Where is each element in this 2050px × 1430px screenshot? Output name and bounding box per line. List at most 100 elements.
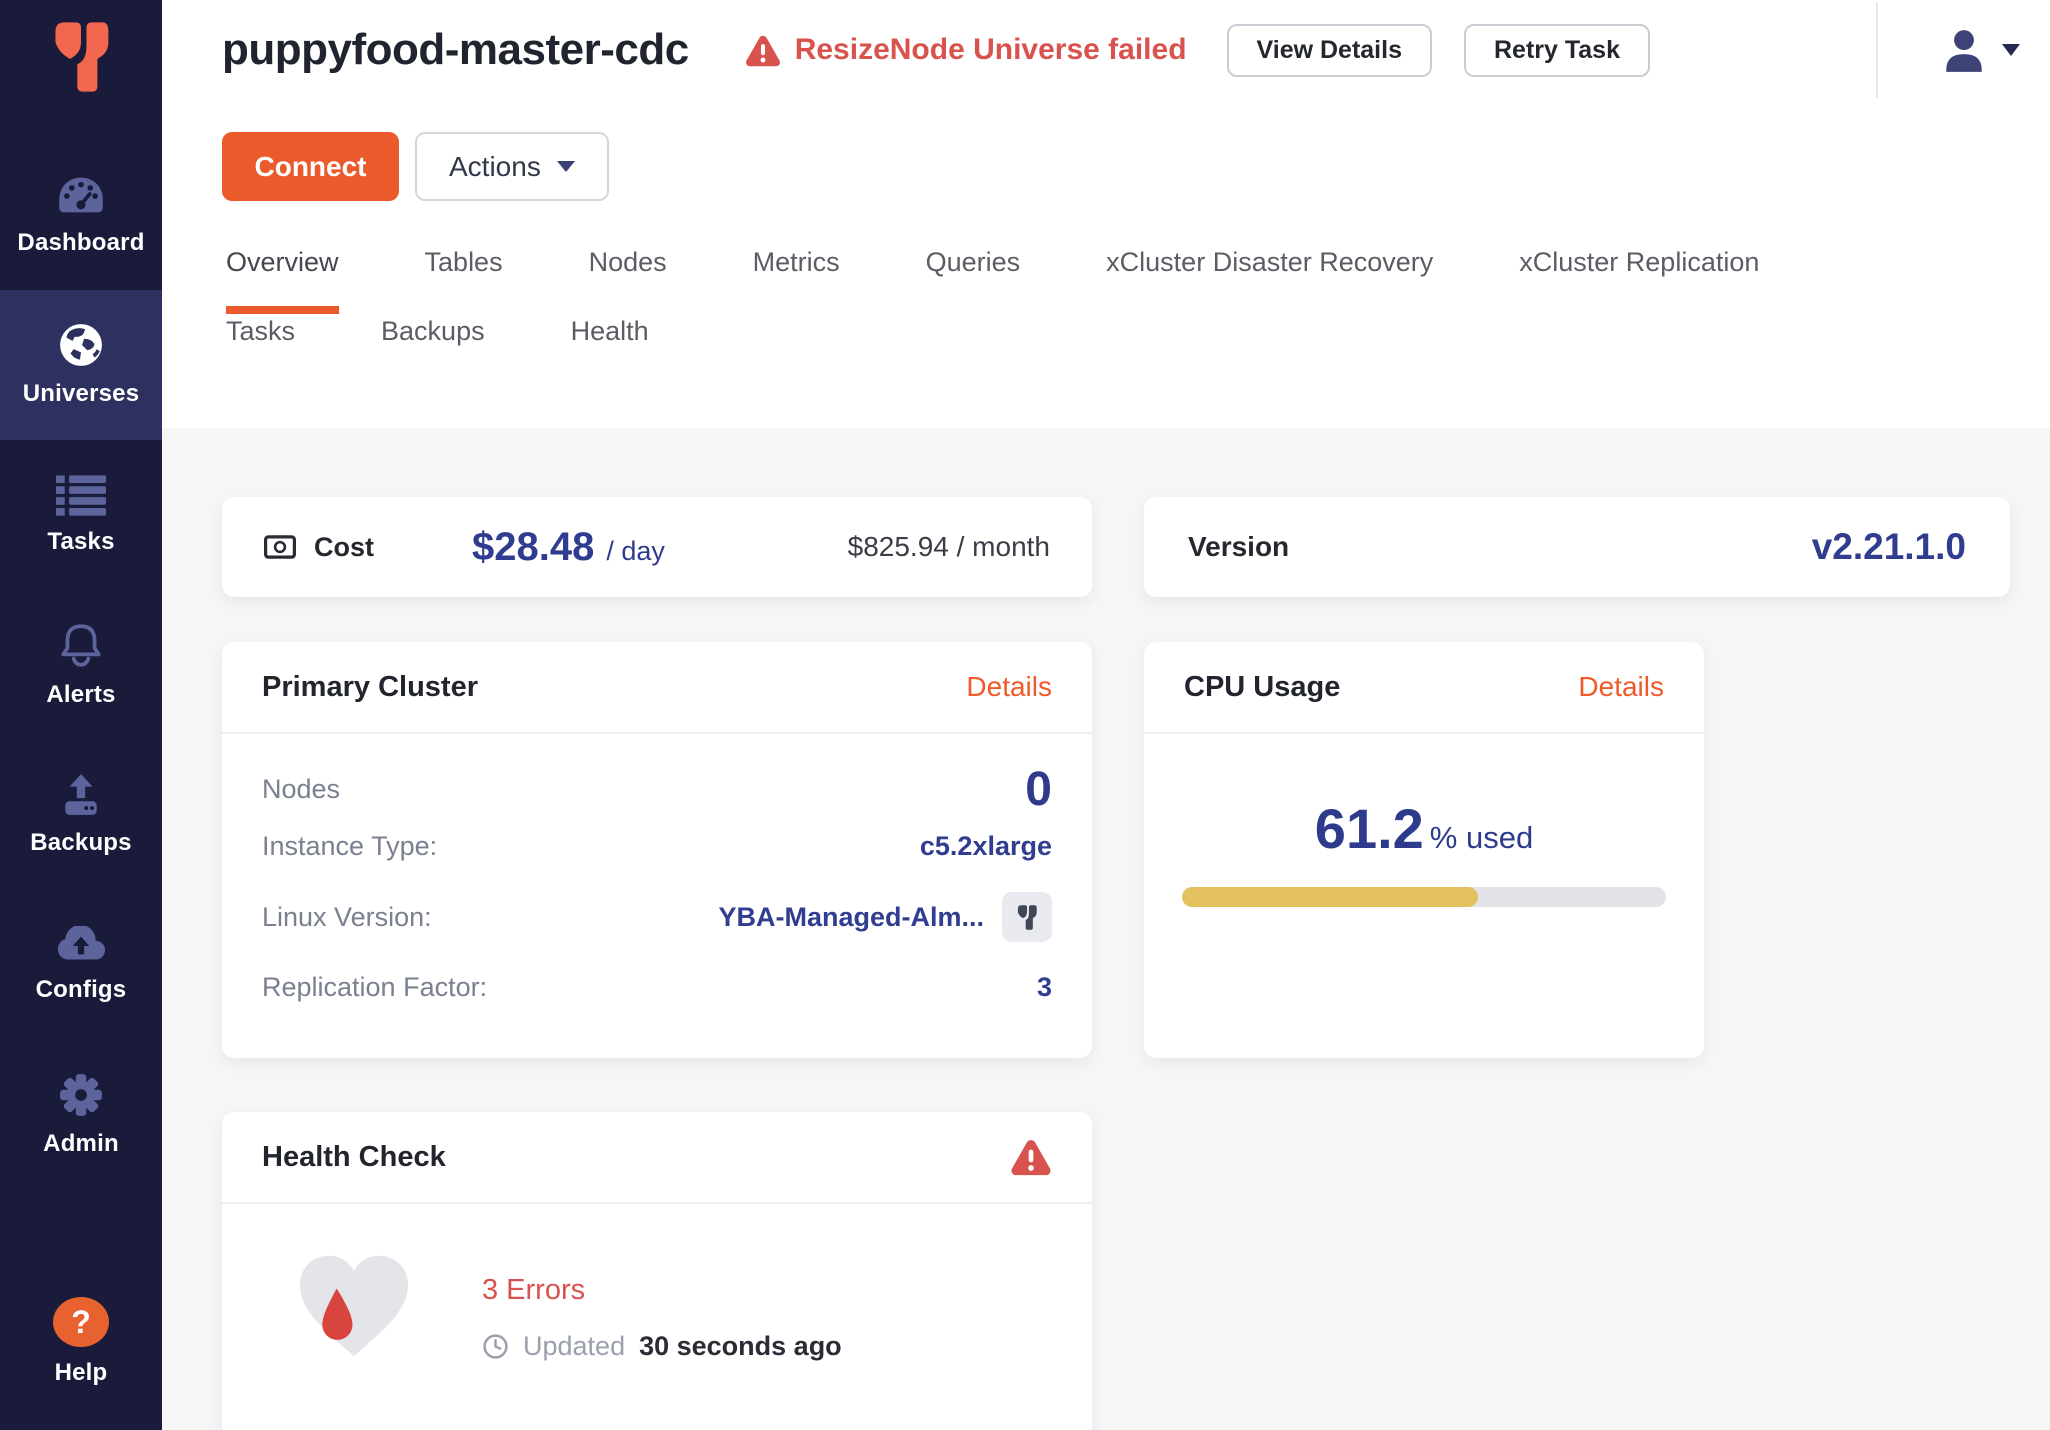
- instance-type-value: c5.2xlarge: [920, 831, 1052, 862]
- cost-label-group: Cost: [264, 532, 472, 563]
- view-details-button[interactable]: View Details: [1227, 24, 1432, 77]
- tab-queries[interactable]: Queries: [926, 247, 1021, 314]
- yugabyte-mini-icon: [1016, 903, 1038, 932]
- topbar-right: [1876, 2, 2020, 98]
- globe-icon: [58, 322, 104, 368]
- gauge-icon: [56, 173, 106, 217]
- linux-version-value: YBA-Managed-Alm...: [718, 902, 984, 933]
- health-updated-row: Updated 30 seconds ago: [482, 1331, 842, 1362]
- cpu-progress-fill: [1182, 887, 1478, 907]
- sidebar: Dashboard Universes Tasks Alerts: [0, 0, 162, 1430]
- sidebar-item-tasks[interactable]: Tasks: [0, 440, 162, 590]
- tab-xcluster-replication[interactable]: xCluster Replication: [1519, 247, 1759, 314]
- version-value: v2.21.1.0: [1812, 526, 1966, 568]
- sidebar-item-label: Alerts: [46, 681, 115, 709]
- health-updated-prefix: Updated: [523, 1331, 625, 1362]
- main-area: puppyfood-master-cdc ResizeNode Universe…: [162, 0, 2050, 1430]
- sidebar-item-universes[interactable]: Universes: [0, 290, 162, 440]
- cost-monthly-value: $825.94 / month: [848, 531, 1050, 563]
- yugabyte-logo[interactable]: [50, 16, 112, 140]
- error-text: ResizeNode Universe failed: [795, 33, 1187, 67]
- heart-health-icon: [292, 1248, 416, 1360]
- cpu-value-row: 61.2 % used: [1315, 796, 1533, 861]
- tab-tables[interactable]: Tables: [425, 247, 503, 314]
- version-card: Version v2.21.1.0: [1144, 497, 2010, 597]
- nodes-label: Nodes: [262, 774, 340, 805]
- replication-factor-row: Replication Factor: 3: [262, 972, 1052, 1003]
- universe-error-status: ResizeNode Universe failed: [745, 33, 1187, 67]
- tab-metrics[interactable]: Metrics: [753, 247, 840, 314]
- retry-task-button[interactable]: Retry Task: [1464, 24, 1650, 77]
- upload-icon: [58, 773, 104, 817]
- user-menu[interactable]: [1940, 26, 2020, 74]
- chevron-down-icon: [557, 161, 575, 172]
- cpu-progress-track: [1182, 887, 1666, 907]
- sidebar-item-help[interactable]: ? Help: [0, 1282, 162, 1402]
- linux-version-label: Linux Version:: [262, 902, 432, 933]
- health-check-card: Health Check 3 Errors: [222, 1112, 1092, 1430]
- cost-daily: $28.48 / day: [472, 525, 665, 570]
- gear-icon: [58, 1072, 104, 1118]
- yugabyte-logo-icon: [50, 16, 112, 98]
- cpu-usage-header: CPU Usage Details: [1144, 642, 1704, 734]
- sidebar-item-alerts[interactable]: Alerts: [0, 590, 162, 740]
- tab-health[interactable]: Health: [571, 316, 649, 383]
- health-check-header: Health Check: [222, 1112, 1092, 1204]
- sidebar-item-admin[interactable]: Admin: [0, 1040, 162, 1190]
- tab-bar-row2: Tasks Backups Health: [226, 316, 2050, 383]
- user-icon: [1940, 26, 1988, 74]
- linux-version-value-group: YBA-Managed-Alm...: [718, 892, 1052, 942]
- primary-cluster-details-link[interactable]: Details: [966, 671, 1052, 703]
- primary-cluster-header: Primary Cluster Details: [222, 642, 1092, 734]
- health-updated-value: 30 seconds ago: [639, 1331, 842, 1362]
- tab-tasks[interactable]: Tasks: [226, 316, 295, 383]
- primary-cluster-card: Primary Cluster Details Nodes 0 Instance…: [222, 642, 1092, 1058]
- cpu-percent-value: 61.2: [1315, 796, 1424, 861]
- actions-dropdown[interactable]: Actions: [415, 132, 609, 201]
- clock-icon: [482, 1333, 509, 1360]
- actions-label: Actions: [449, 151, 541, 183]
- cpu-usage-title: CPU Usage: [1184, 671, 1340, 704]
- health-check-body: 3 Errors Updated 30 seconds ago: [222, 1204, 1092, 1362]
- replication-factor-label: Replication Factor:: [262, 972, 487, 1003]
- header-divider: [1876, 2, 1878, 98]
- connect-button[interactable]: Connect: [222, 132, 399, 201]
- question-icon: ?: [53, 1297, 109, 1347]
- cost-daily-unit: / day: [606, 536, 665, 567]
- tab-backups[interactable]: Backups: [381, 316, 485, 383]
- cpu-usage-details-link[interactable]: Details: [1578, 671, 1664, 703]
- cost-card: Cost $28.48 / day $825.94 / month: [222, 497, 1092, 597]
- bell-icon: [58, 621, 104, 669]
- health-check-text: 3 Errors Updated 30 seconds ago: [482, 1248, 842, 1362]
- sidebar-item-label: Admin: [43, 1130, 119, 1158]
- sidebar-item-label: Tasks: [47, 528, 114, 556]
- health-check-title: Health Check: [262, 1141, 446, 1174]
- cost-label: Cost: [314, 532, 374, 563]
- nodes-value: 0: [1025, 762, 1052, 817]
- cost-daily-value: $28.48: [472, 525, 594, 570]
- sidebar-item-configs[interactable]: Configs: [0, 890, 162, 1040]
- sidebar-item-backups[interactable]: Backups: [0, 740, 162, 890]
- warning-icon: [1010, 1138, 1052, 1176]
- tab-nodes[interactable]: Nodes: [589, 247, 667, 314]
- tab-overview[interactable]: Overview: [226, 247, 339, 314]
- sidebar-item-label: Configs: [36, 976, 127, 1004]
- overview-content: Cost $28.48 / day $825.94 / month Versio…: [162, 428, 2050, 1430]
- health-errors-link[interactable]: 3 Errors: [482, 1274, 842, 1307]
- cpu-usage-body: 61.2 % used: [1144, 734, 1704, 907]
- yugabyte-image-chip[interactable]: [1002, 892, 1052, 942]
- sidebar-item-label: Universes: [23, 380, 140, 408]
- task-list-icon: [56, 474, 106, 516]
- nodes-row: Nodes 0: [262, 762, 1052, 817]
- replication-factor-value: 3: [1037, 972, 1052, 1003]
- page-title: puppyfood-master-cdc: [222, 25, 689, 75]
- tab-xcluster-disaster-recovery[interactable]: xCluster Disaster Recovery: [1106, 247, 1433, 314]
- cpu-percent-unit: % used: [1430, 820, 1533, 856]
- tab-bar-row1: Overview Tables Nodes Metrics Queries xC…: [226, 247, 2050, 314]
- warning-icon: [745, 34, 781, 67]
- sidebar-item-dashboard[interactable]: Dashboard: [0, 140, 162, 290]
- action-row: Connect Actions: [222, 132, 2050, 201]
- chevron-down-icon: [2002, 44, 2020, 56]
- primary-cluster-body: Nodes 0 Instance Type: c5.2xlarge Linux …: [222, 734, 1092, 1003]
- primary-cluster-title: Primary Cluster: [262, 671, 478, 704]
